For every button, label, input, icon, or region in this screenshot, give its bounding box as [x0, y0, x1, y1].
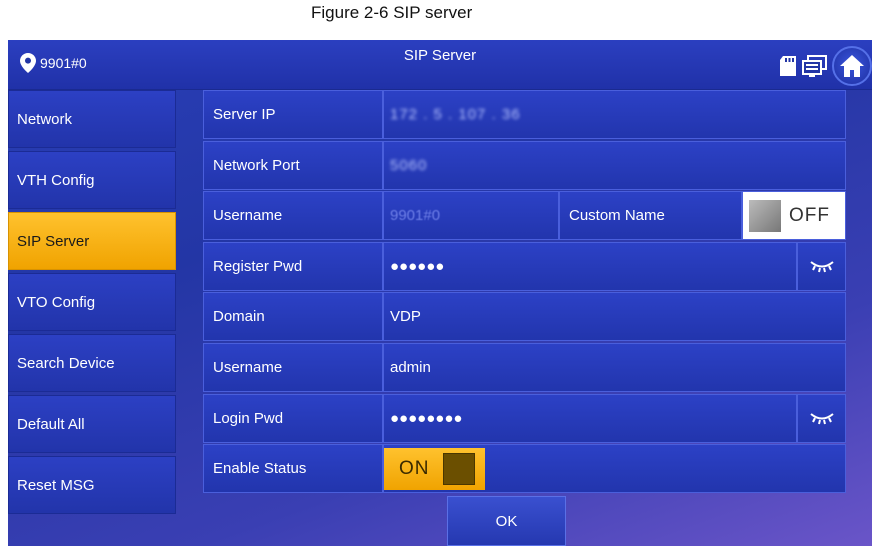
device-screen: 9901#0 SIP Server Network VTH Config SIP…	[8, 40, 872, 546]
network-port-field[interactable]: 5060	[383, 140, 846, 190]
top-bar: 9901#0 SIP Server	[8, 40, 872, 90]
username2-field[interactable]: admin	[383, 342, 846, 392]
sidebar-item-reset-msg[interactable]: Reset MSG	[8, 456, 176, 514]
login-pwd-field[interactable]: ●●●●●●●●	[383, 393, 797, 443]
server-ip-row: Server IP 172 . 5 . 107 . 36	[203, 90, 846, 140]
enable-status-label: Enable Status	[203, 444, 383, 494]
eye-closed-icon	[809, 413, 834, 425]
sip-settings-form: Server IP 172 . 5 . 107 . 36 Network Por…	[203, 90, 846, 495]
home-button[interactable]	[832, 46, 872, 86]
eye-closed-icon	[809, 261, 834, 273]
login-pwd-label: Login Pwd	[203, 393, 383, 443]
sidebar-item-label: VTO Config	[17, 293, 96, 311]
custom-name-label: Custom Name	[559, 191, 742, 241]
ok-button[interactable]: OK	[447, 496, 566, 546]
network-port-row: Network Port 5060	[203, 140, 846, 191]
sidebar-item-vto-config[interactable]: VTO Config	[8, 273, 176, 331]
server-ip-value: 172 . 5 . 107 . 36	[390, 106, 521, 123]
enable-status-cell: ON	[383, 444, 846, 494]
sidebar-item-label: Network	[17, 110, 73, 128]
sd-card-icon[interactable]	[778, 54, 798, 78]
figure-caption: Figure 2-6 SIP server	[311, 3, 473, 22]
sidebar-item-search-device[interactable]: Search Device	[8, 334, 176, 392]
username-field[interactable]: 9901#0	[383, 191, 559, 241]
toggle-state: OFF	[789, 204, 830, 226]
network-port-value: 5060	[390, 156, 428, 174]
enable-status-row: Enable Status ON	[203, 444, 846, 494]
show-register-pwd-button[interactable]	[797, 241, 846, 291]
server-ip-label: Server IP	[203, 90, 383, 139]
sidebar-item-sip-server[interactable]: SIP Server	[8, 212, 176, 270]
sidebar-item-label: Search Device	[17, 354, 115, 372]
enable-status-toggle[interactable]: ON	[384, 448, 485, 491]
register-pwd-label: Register Pwd	[203, 241, 383, 291]
toggle-state: ON	[399, 458, 430, 480]
domain-value: VDP	[390, 308, 421, 326]
show-login-pwd-button[interactable]	[797, 393, 846, 443]
domain-field[interactable]: VDP	[383, 292, 846, 342]
domain-label: Domain	[203, 292, 383, 342]
network-port-label: Network Port	[203, 140, 383, 190]
toggle-knob	[442, 453, 475, 486]
sidebar-item-label: SIP Server	[17, 232, 90, 250]
sidebar-item-vth-config[interactable]: VTH Config	[8, 151, 176, 209]
server-ip-field[interactable]: 172 . 5 . 107 . 36	[383, 90, 846, 139]
register-pwd-field[interactable]: ●●●●●●	[383, 241, 797, 291]
sidebar-item-default-all[interactable]: Default All	[8, 395, 176, 453]
toggle-knob	[749, 199, 781, 232]
username2-label: Username	[203, 342, 383, 392]
login-pwd-value: ●●●●●●●●	[390, 409, 463, 427]
domain-row: Domain VDP	[203, 292, 846, 342]
username2-row: Username admin	[203, 342, 846, 393]
network-icon[interactable]	[802, 54, 828, 78]
home-icon	[840, 55, 864, 77]
register-pwd-value: ●●●●●●	[390, 257, 445, 275]
username-custom-row: Username 9901#0 Custom Name OFF	[203, 191, 846, 241]
sidebar-item-network[interactable]: Network	[8, 90, 176, 148]
login-pwd-row: Login Pwd ●●●●●●●●	[203, 393, 846, 444]
page-title: SIP Server	[403, 47, 477, 64]
sidebar: Network VTH Config SIP Server VTO Config…	[8, 90, 176, 517]
sidebar-item-label: VTH Config	[17, 171, 95, 189]
username2-value: admin	[390, 358, 431, 376]
top-icons	[778, 46, 872, 86]
custom-name-toggle[interactable]: OFF	[742, 191, 846, 241]
username-label: Username	[203, 191, 383, 241]
username-value: 9901#0	[390, 207, 441, 225]
sidebar-item-label: Reset MSG	[17, 476, 95, 494]
register-pwd-row: Register Pwd ●●●●●●	[203, 241, 846, 292]
sidebar-item-label: Default All	[17, 415, 85, 433]
